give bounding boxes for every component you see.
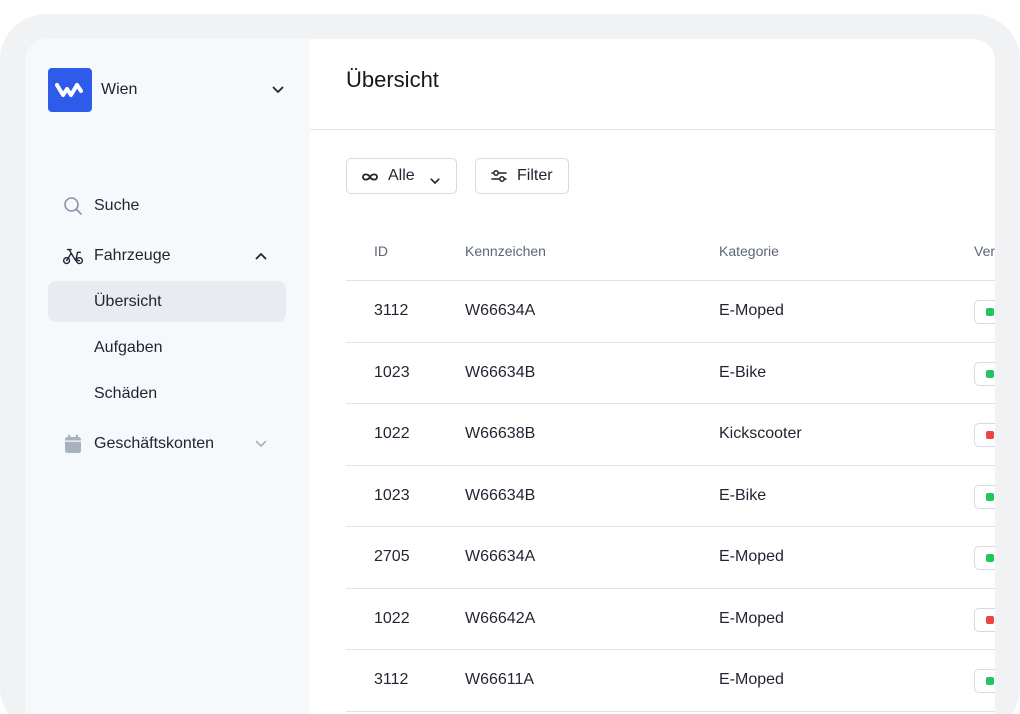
- table-row[interactable]: 1023 W66634B E-Bike: [346, 466, 995, 527]
- sidebar-item-vehicles[interactable]: Fahrzeuge: [48, 235, 286, 276]
- status-dot: [986, 554, 994, 562]
- cell-category: E-Moped: [719, 671, 784, 688]
- table-row[interactable]: 1023 W66634B E-Bike: [346, 343, 995, 404]
- status-dot: [986, 369, 994, 378]
- cell-plate: W66611A: [465, 671, 535, 688]
- vehicles-table: ID Kennzeichen Kategorie Ver 3112 W66634…: [346, 229, 995, 712]
- table-header-row: ID Kennzeichen Kategorie Ver: [346, 229, 995, 281]
- all-filter-label: Alle: [388, 167, 415, 184]
- status-dot: [986, 431, 994, 439]
- cell-category: E-Moped: [719, 302, 784, 319]
- column-header-category[interactable]: Kategorie: [719, 243, 779, 259]
- column-header-id[interactable]: ID: [374, 243, 388, 259]
- table-row[interactable]: 1022 W66638B Kickscooter: [346, 404, 995, 466]
- column-header-status[interactable]: Ver: [974, 243, 995, 259]
- page-title: Übersicht: [346, 67, 439, 92]
- cell-plate: W66634A: [465, 548, 536, 565]
- all-filter-dropdown[interactable]: Alle: [346, 158, 457, 194]
- filter-button-label: Filter: [517, 167, 553, 184]
- column-header-plate[interactable]: Kennzeichen: [465, 243, 546, 259]
- cell-category: E-Moped: [719, 609, 784, 627]
- chevron-down-icon: [270, 82, 286, 98]
- cell-plate: W66642A: [465, 609, 536, 627]
- chevron-up-icon: [254, 249, 268, 263]
- sidebar-item-label: Übersicht: [94, 292, 162, 310]
- cell-plate: W66634A: [465, 302, 536, 319]
- cell-plate: W66634B: [465, 486, 536, 504]
- filter-button[interactable]: Filter: [475, 158, 569, 194]
- main-content: Übersicht Alle Filter ID Kennzeichen Kat…: [310, 39, 995, 714]
- sidebar-item-label: Suche: [94, 196, 140, 214]
- table-row[interactable]: 1022 W66642A E-Moped: [346, 589, 995, 650]
- sidebar-item-label: Geschäftskonten: [94, 434, 215, 452]
- cell-id: 1023: [374, 486, 410, 504]
- chevron-down-icon: [430, 172, 440, 190]
- sidebar-item-label: Aufgaben: [94, 338, 163, 356]
- status-dot: [986, 677, 994, 685]
- cell-category: E-Bike: [719, 486, 767, 504]
- scooter-icon: [62, 245, 84, 267]
- cell-id: 1023: [374, 363, 410, 381]
- cell-plate: W66638B: [465, 425, 536, 442]
- sidebar-item-label: Schäden: [94, 384, 158, 402]
- sidebar-item-business-accounts[interactable]: Geschäftskonten: [48, 423, 286, 464]
- cell-category: Kickscooter: [719, 425, 802, 442]
- org-switcher[interactable]: Wien: [48, 68, 286, 112]
- table-row[interactable]: 2705 W66634A E-Moped: [346, 527, 995, 589]
- cell-category: E-Bike: [719, 363, 767, 381]
- calendar-icon: [62, 433, 84, 455]
- cell-plate: W66634B: [465, 363, 536, 381]
- chevron-down-icon: [254, 437, 268, 451]
- brand-logo: [48, 68, 92, 112]
- search-icon: [62, 195, 84, 217]
- sidebar-item-tasks[interactable]: Aufgaben: [48, 327, 286, 368]
- status-badge: [974, 607, 995, 632]
- cell-id: 1022: [374, 425, 410, 442]
- cell-id: 3112: [374, 302, 409, 319]
- header-divider: [310, 129, 995, 130]
- org-name: Wien: [101, 81, 138, 98]
- app-window: Wien Suche Fahrzeuge Übersicht Aufgaben …: [25, 39, 995, 714]
- status-dot: [986, 615, 994, 624]
- cell-id: 3112: [374, 671, 409, 688]
- sidebar-item-overview[interactable]: Übersicht: [48, 281, 286, 322]
- cell-category: E-Moped: [719, 548, 784, 565]
- status-badge: [974, 361, 995, 386]
- table-row[interactable]: 3112 W66634A E-Moped: [346, 281, 995, 343]
- sidebar-item-search[interactable]: Suche: [48, 185, 286, 226]
- sidebar: Wien Suche Fahrzeuge Übersicht Aufgaben …: [25, 39, 310, 714]
- cell-id: 2705: [374, 548, 410, 565]
- status-dot: [986, 492, 994, 501]
- status-dot: [986, 308, 994, 316]
- status-badge: [974, 669, 995, 693]
- status-badge: [974, 484, 995, 509]
- infinity-icon: [361, 170, 379, 188]
- cell-id: 1022: [374, 609, 410, 627]
- status-badge: [974, 423, 995, 447]
- table-row[interactable]: 3112 W66611A E-Moped: [346, 650, 995, 712]
- sliders-icon: [490, 169, 508, 188]
- sidebar-item-label: Fahrzeuge: [94, 246, 171, 264]
- status-badge: [974, 300, 995, 324]
- status-badge: [974, 546, 995, 570]
- sidebar-item-damages[interactable]: Schäden: [48, 373, 286, 414]
